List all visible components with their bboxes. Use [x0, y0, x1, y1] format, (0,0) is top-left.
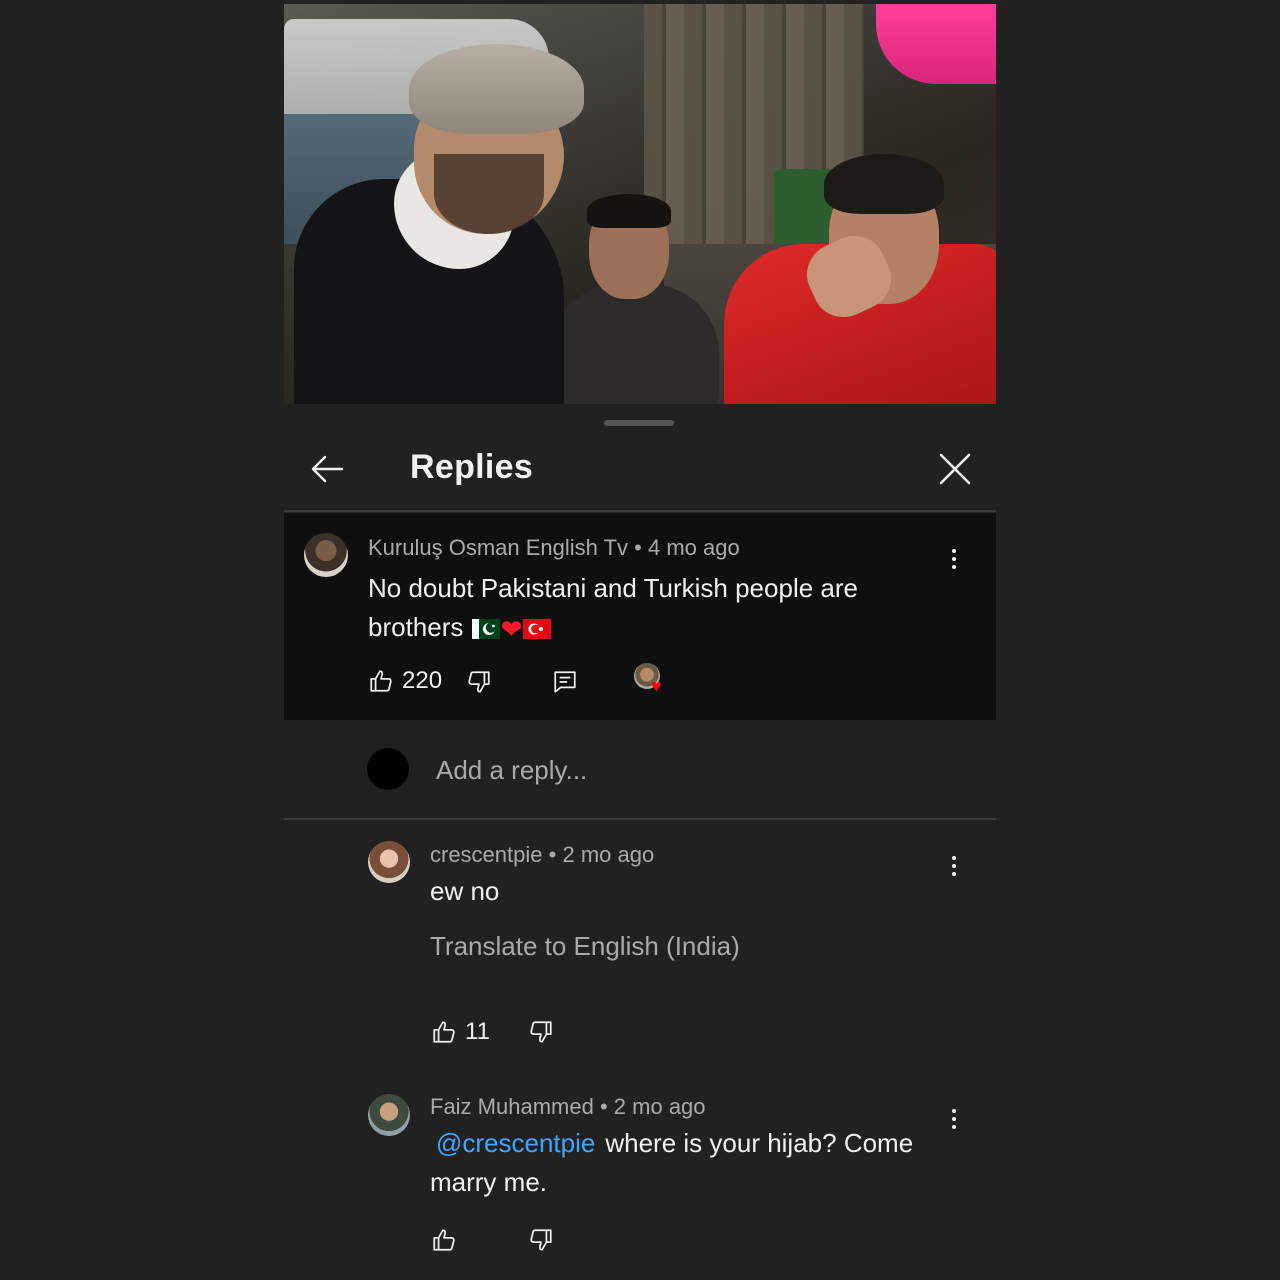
mention-link[interactable]: @crescentpie — [436, 1128, 595, 1158]
pakistan-flag-icon — [471, 619, 500, 639]
like-button[interactable] — [431, 1227, 465, 1253]
avatar — [367, 748, 409, 790]
comment-time: 2 mo ago — [613, 1094, 706, 1119]
meta-separator: • — [634, 535, 642, 560]
dislike-button[interactable] — [528, 1227, 554, 1253]
comment-icon — [554, 671, 576, 693]
like-button[interactable]: 11 — [431, 1018, 490, 1046]
close-icon — [939, 453, 971, 485]
comment-text: @crescentpie where is your hijab? Come ma… — [430, 1128, 914, 1197]
thumbs-up-icon — [433, 1021, 455, 1043]
reply-button[interactable] — [552, 669, 578, 695]
like-button[interactable]: 220 — [368, 667, 442, 695]
comment-time: 2 mo ago — [562, 842, 655, 867]
comment-author[interactable]: crescentpie — [430, 842, 543, 867]
more-vert-icon — [952, 549, 956, 553]
red-heart-icon: ❤ — [500, 614, 523, 644]
dislike-button[interactable] — [528, 1019, 554, 1045]
reply-input[interactable] — [436, 750, 936, 790]
divider — [284, 818, 996, 820]
page-title: Replies — [410, 448, 534, 486]
translate-link[interactable]: Translate to English (India) — [430, 931, 740, 962]
comment-author[interactable]: Kuruluş Osman English Tv — [368, 535, 628, 560]
comment-meta: Faiz Muhammed • 2 mo ago — [430, 1094, 706, 1120]
close-button[interactable] — [930, 444, 980, 494]
drag-handle[interactable] — [604, 420, 674, 426]
more-options-button[interactable] — [939, 846, 969, 886]
comment-meta: crescentpie • 2 mo ago — [430, 842, 654, 868]
comment-author[interactable]: Faiz Muhammed — [430, 1094, 594, 1119]
thumbs-up-icon — [433, 1229, 455, 1251]
avatar[interactable] — [304, 533, 348, 577]
meta-separator: • — [548, 842, 557, 867]
divider — [284, 510, 996, 512]
like-count: 11 — [465, 1018, 490, 1045]
add-reply-bar — [284, 720, 996, 818]
turkey-flag-icon — [523, 619, 552, 639]
thumbs-up-icon — [370, 670, 392, 692]
comment-text: No doubt Pakistani and Turkish people ar… — [368, 573, 858, 644]
comment-meta: Kuruluş Osman English Tv • 4 mo ago — [368, 535, 740, 561]
arrow-left-icon — [311, 455, 344, 483]
replies-panel: Replies Kuruluş Osman English Tv • 4 mo … — [284, 406, 996, 1280]
comment-time: 4 mo ago — [648, 535, 740, 560]
thumbs-down-icon — [530, 1021, 552, 1043]
avatar[interactable] — [368, 1094, 410, 1136]
more-vert-icon — [952, 856, 956, 860]
thumbs-down-icon — [468, 671, 490, 693]
comment-text: ew no — [430, 876, 500, 906]
more-options-button[interactable] — [939, 539, 969, 579]
video-player[interactable] — [284, 4, 996, 404]
meta-separator: • — [599, 1094, 608, 1119]
thumbs-down-icon — [530, 1229, 552, 1251]
replies-header: Replies — [284, 434, 996, 510]
creator-heart-badge[interactable]: ♥ — [634, 663, 664, 696]
back-button[interactable] — [302, 444, 352, 494]
heart-icon: ♥ — [651, 676, 662, 696]
like-count: 220 — [402, 667, 443, 694]
more-vert-icon — [952, 1109, 956, 1113]
avatar[interactable] — [368, 841, 410, 883]
dislike-button[interactable] — [466, 669, 492, 695]
parent-comment: Kuruluş Osman English Tv • 4 mo ago No d… — [284, 513, 996, 720]
app-screen: Replies Kuruluş Osman English Tv • 4 mo … — [284, 0, 996, 1280]
